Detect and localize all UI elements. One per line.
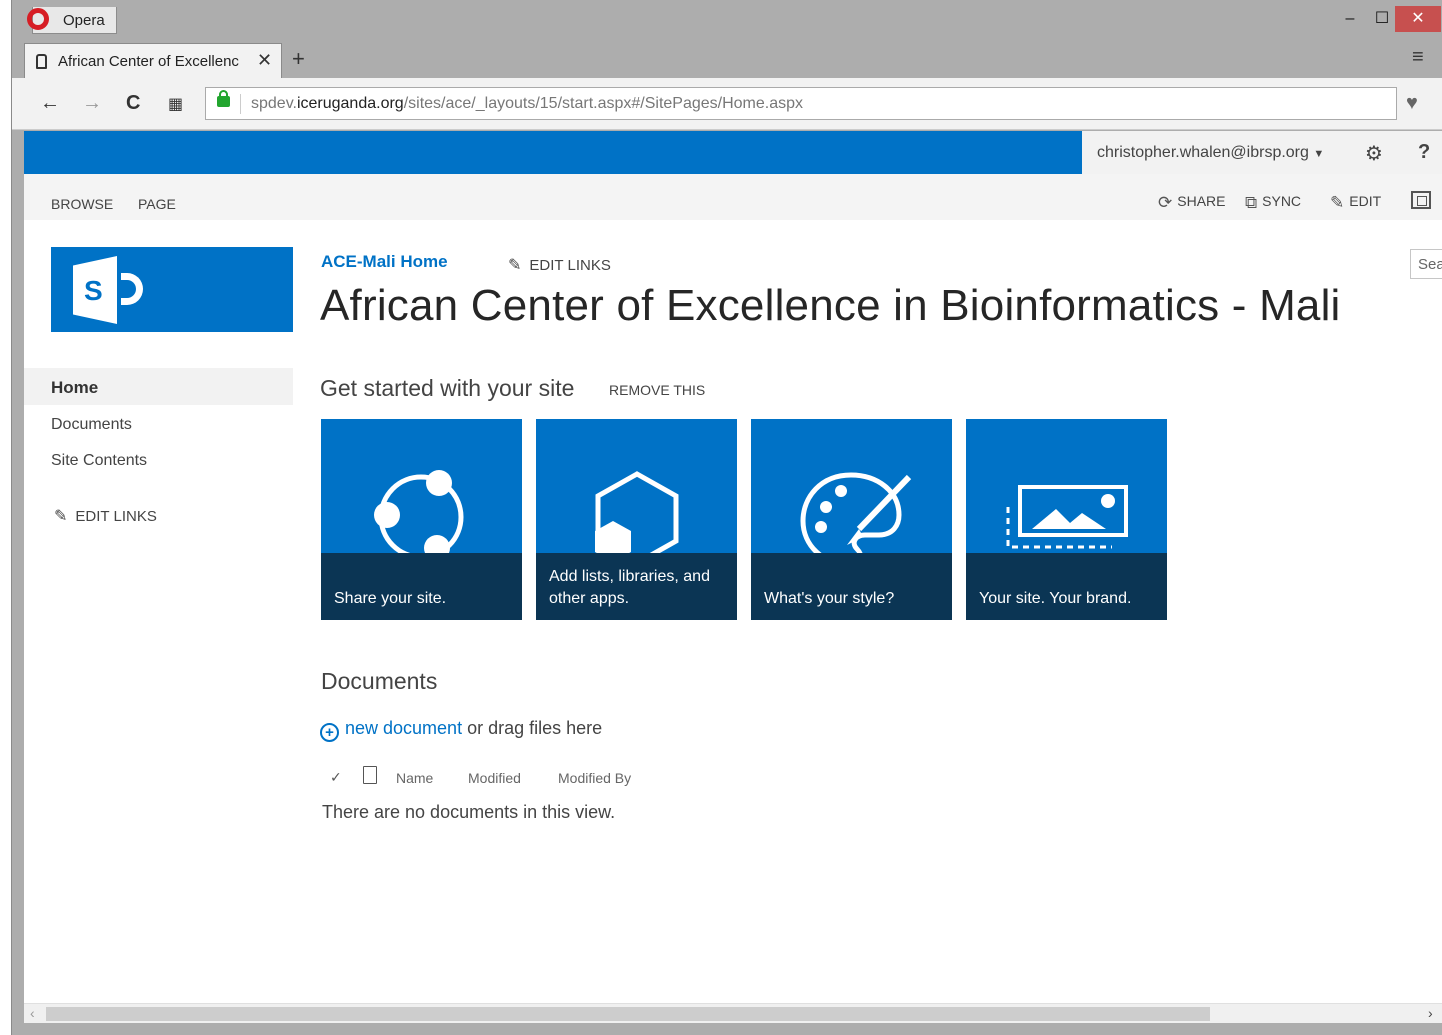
tab-menu-icon[interactable]: ≡ (1412, 46, 1424, 69)
close-window-button[interactable]: ✕ (1395, 6, 1441, 32)
tab-close-icon[interactable]: ✕ (257, 50, 272, 71)
edit-links-top[interactable]: ✎ EDIT LINKS (508, 255, 611, 275)
remove-this-link[interactable]: REMOVE THIS (609, 382, 705, 398)
url-separator (240, 94, 241, 114)
get-started-title: Get started with your site (320, 375, 575, 401)
new-document-area: + new document or drag files here (320, 718, 602, 742)
speed-dial-icon[interactable]: ▦ (168, 94, 183, 114)
tab-strip: African Center of Excellenc ✕ + ≡ (12, 40, 1442, 78)
tile-caption: Share your site. (321, 553, 522, 620)
checkmark-icon[interactable]: ✓ (330, 769, 342, 786)
address-toolbar: ← → C ▦ spdev.iceruganda.org/sites/ace/_… (12, 78, 1442, 130)
maximize-button[interactable]: ☐ (1368, 6, 1396, 32)
sidebar-item-site-contents[interactable]: Site Contents (51, 452, 147, 470)
file-type-icon (363, 766, 377, 784)
url-path: /sites/ace/_layouts/15/start.aspx#/SiteP… (403, 95, 804, 112)
tile-label: What's your style? (764, 590, 895, 607)
scroll-right-icon[interactable]: › (1428, 1005, 1433, 1021)
url-domain: iceruganda.org (296, 95, 404, 112)
forward-arrow-icon[interactable]: → (82, 92, 102, 115)
new-tab-button[interactable]: + (292, 46, 305, 72)
get-started-tiles: Share your site. Add lists, libraries, a… (321, 419, 1181, 620)
opera-menu-label: Opera (63, 12, 105, 29)
sync-label: SYNC (1262, 193, 1302, 209)
site-logo[interactable]: S (51, 247, 293, 332)
edit-links-label: EDIT LINKS (529, 257, 611, 274)
opera-logo-icon (27, 8, 49, 30)
browser-tab[interactable]: African Center of Excellenc ✕ (24, 43, 282, 78)
title-bar: Opera ‒ ☐ ✕ (12, 0, 1442, 40)
gear-icon[interactable]: ⚙ (1365, 141, 1383, 166)
tile-share-site[interactable]: Share your site. (321, 419, 522, 620)
documents-title: Documents (321, 668, 438, 694)
edit-label: EDIT (1349, 193, 1382, 209)
pencil-icon: ✎ (54, 508, 68, 525)
share-label: SHARE (1177, 193, 1226, 209)
pencil-icon: ✎ (508, 257, 522, 274)
tile-style[interactable]: What's your style? (751, 419, 952, 620)
pencil-icon: ✎ (1330, 193, 1345, 212)
empty-view-message: There are no documents in this view. (322, 802, 616, 822)
sidebar-edit-links-label: EDIT LINKS (75, 508, 157, 525)
chevron-down-icon: ▼ (1313, 148, 1325, 160)
breadcrumb[interactable]: ACE-Mali Home (321, 252, 448, 272)
minimize-button[interactable]: ‒ (1336, 6, 1364, 32)
search-input[interactable]: Sea (1410, 249, 1442, 279)
window-bottom-border (12, 1023, 1442, 1035)
opera-menu-button[interactable]: Opera (27, 7, 117, 34)
focus-on-content-icon[interactable] (1411, 191, 1431, 209)
lock-icon (217, 90, 230, 107)
user-area: christopher.whalen@ibrsp.org ▼ ⚙ ? (1082, 131, 1442, 174)
tab-title: African Center of Excellenc (58, 53, 239, 70)
sidebar-item-home[interactable]: Home (24, 368, 293, 405)
column-modified-by[interactable]: Modified By (558, 770, 631, 786)
sharepoint-logo-letter: S (84, 275, 103, 306)
address-bar[interactable]: spdev.iceruganda.org/sites/ace/_layouts/… (205, 87, 1397, 120)
sharepoint-logo-arc (121, 273, 143, 305)
suite-bar: christopher.whalen@ibrsp.org ▼ ⚙ ? (24, 131, 1442, 174)
tile-caption: What's your style? (751, 553, 952, 620)
tab-page[interactable]: PAGE (138, 196, 176, 212)
tile-label: Add lists, libraries, and other apps. (549, 568, 710, 607)
page-title: African Center of Excellence in Bioinfor… (320, 281, 1341, 330)
page-viewport: christopher.whalen@ibrsp.org ▼ ⚙ ? BROWS… (24, 131, 1442, 1003)
new-document-link[interactable]: new document (345, 718, 462, 738)
sync-button[interactable]: ⧉ SYNC (1245, 193, 1301, 213)
share-button[interactable]: ⟳ SHARE (1158, 193, 1225, 213)
tab-browse[interactable]: BROWSE (51, 196, 113, 212)
add-circle-icon[interactable]: + (320, 723, 339, 742)
column-name[interactable]: Name (396, 770, 433, 786)
tile-caption: Add lists, libraries, and other apps. (536, 553, 737, 620)
help-icon[interactable]: ? (1418, 141, 1430, 164)
user-name: christopher.whalen@ibrsp.org (1097, 144, 1309, 161)
tile-label: Share your site. (334, 590, 447, 607)
sync-icon: ⧉ (1245, 193, 1258, 212)
edit-button[interactable]: ✎ EDIT (1330, 193, 1381, 213)
scroll-thumb[interactable] (46, 1007, 1210, 1021)
url-text[interactable]: spdev.iceruganda.org/sites/ace/_layouts/… (251, 95, 803, 113)
heart-icon[interactable]: ♥ (1406, 92, 1418, 115)
tile-caption: Your site. Your brand. (966, 553, 1167, 620)
sidebar-edit-links[interactable]: ✎ EDIT LINKS (54, 506, 157, 526)
share-icon: ⟳ (1158, 193, 1173, 212)
horizontal-scrollbar[interactable]: ‹ › (24, 1003, 1442, 1023)
column-modified[interactable]: Modified (468, 770, 521, 786)
page-icon (36, 54, 47, 69)
tile-brand[interactable]: Your site. Your brand. (966, 419, 1167, 620)
tile-label: Your site. Your brand. (979, 590, 1132, 607)
drag-files-text: or drag files here (462, 718, 603, 738)
url-prefix: spdev. (251, 95, 297, 112)
ribbon: BROWSE PAGE ⟳ SHARE ⧉ SYNC ✎ EDIT (24, 174, 1442, 220)
back-arrow-icon[interactable]: ← (40, 92, 60, 115)
tile-add-apps[interactable]: Add lists, libraries, and other apps. (536, 419, 737, 620)
sidebar-item-documents[interactable]: Documents (51, 416, 132, 434)
scroll-left-icon[interactable]: ‹ (30, 1005, 35, 1021)
user-menu[interactable]: christopher.whalen@ibrsp.org ▼ (1097, 144, 1324, 162)
sidebar-item-label: Home (51, 378, 99, 397)
reload-icon[interactable]: C (126, 92, 140, 115)
window-left-border (12, 131, 24, 1023)
